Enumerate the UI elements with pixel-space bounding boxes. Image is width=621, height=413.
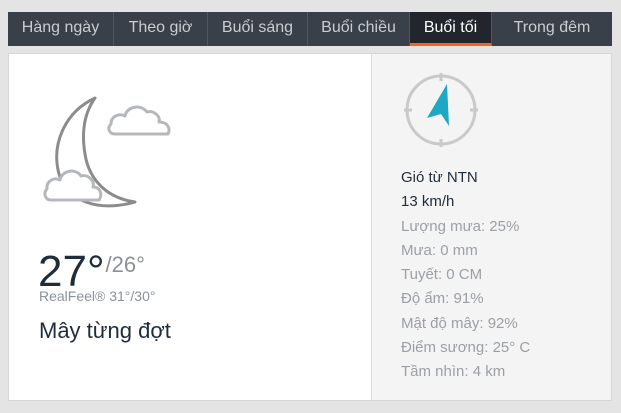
visibility: Tầm nhìn: 4 km <box>401 363 506 381</box>
realfeel: RealFeel® 31°/30° <box>39 288 156 304</box>
tab-daily[interactable]: Hàng ngày <box>8 12 114 46</box>
precipitation-probability: Lượng mưa: 25% <box>401 217 520 235</box>
details-list: Gió từ NTN 13 km/h Lượng mưa: 25% Mưa: 0… <box>401 166 530 385</box>
forecast-tabs: Hàng ngày Theo giờ Buổi sáng Buổi chiều … <box>8 12 612 46</box>
wind-speed: 13 km/h <box>401 193 455 211</box>
tab-hourly[interactable]: Theo giờ <box>114 12 208 46</box>
forecast-card: 27°/26° RealFeel® 31°/30° Mây từng đợt G… <box>8 53 612 401</box>
compass-icon <box>404 73 478 147</box>
moon-cloud-icon <box>43 96 171 208</box>
snow-amount: Tuyết: 0 CM <box>401 266 483 284</box>
wind-details-panel: Gió từ NTN 13 km/h Lượng mưa: 25% Mưa: 0… <box>371 54 611 400</box>
tab-evening[interactable]: Buổi tối <box>410 12 492 46</box>
forecast-summary-panel: 27°/26° RealFeel® 31°/30° Mây từng đợt <box>9 54 371 400</box>
wind-direction: Gió từ NTN <box>401 169 478 186</box>
humidity: Độ ẩm: 91% <box>401 290 484 308</box>
dew-point: Điểm sương: 25° C <box>401 339 531 357</box>
tab-overnight[interactable]: Trong đêm <box>492 12 612 46</box>
tab-afternoon[interactable]: Buổi chiều <box>308 12 410 46</box>
low-temperature: /26° <box>105 252 145 277</box>
cloud-cover: Mật độ mây: 92% <box>401 314 518 332</box>
tab-morning[interactable]: Buổi sáng <box>208 12 308 46</box>
rain-amount: Mưa: 0 mm <box>401 241 478 259</box>
weather-phrase: Mây từng đợt <box>39 318 171 343</box>
